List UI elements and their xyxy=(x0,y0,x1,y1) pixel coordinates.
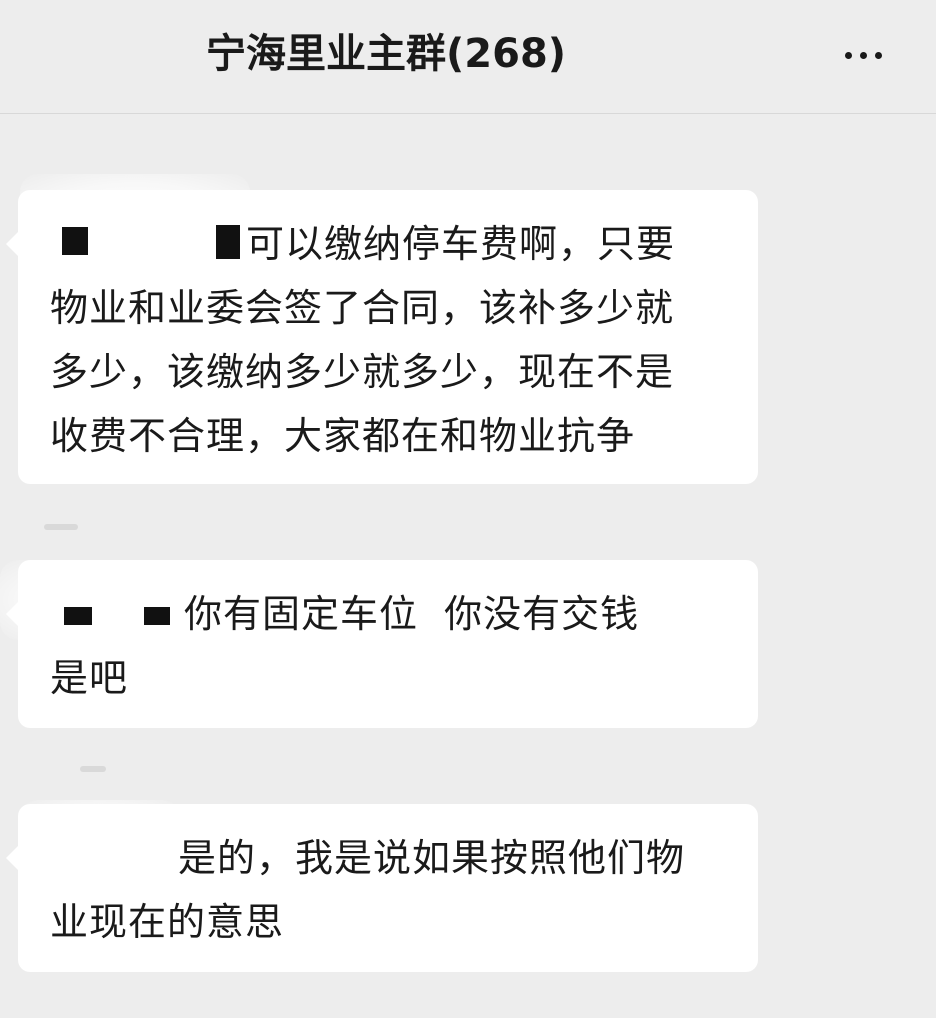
chat-title: 宁海里业主群(268) xyxy=(206,26,566,82)
redaction-block xyxy=(216,225,240,259)
message-bubble[interactable]: 可以缴纳停车费啊，只要 物业和业委会签了合同，该补多少就 多少，该缴纳多少就多少… xyxy=(6,190,758,484)
message-item: 你有固定车位 你没有交钱 是吧 xyxy=(0,554,936,734)
more-horizontal-icon-dot xyxy=(874,51,882,59)
message-item: 可以缴纳停车费啊，只要 物业和业委会签了合同，该补多少就 多少，该缴纳多少就多少… xyxy=(0,174,936,494)
chat-screen: 宁海里业主群(268) 可以缴纳停车费啊，只要 物业和业委会签了合同，该补多少就… xyxy=(0,0,936,1018)
more-horizontal-icon xyxy=(844,51,852,59)
mention-redacted xyxy=(50,831,178,871)
group-name: 宁海里业主群 xyxy=(206,31,446,77)
redaction-block xyxy=(64,607,92,625)
message-line: 可以缴纳停车费啊，只要 xyxy=(246,222,676,266)
message-line: 多少，该缴纳多少就多少，现在不是 xyxy=(50,350,675,394)
message-list[interactable]: 可以缴纳停车费啊，只要 物业和业委会签了合同，该补多少就 多少，该缴纳多少就多少… xyxy=(0,114,936,1018)
chat-header: 宁海里业主群(268) xyxy=(0,0,936,114)
message-line: 是吧 xyxy=(50,656,129,700)
mention-redacted xyxy=(50,587,184,627)
message-bubble[interactable]: 你有固定车位 你没有交钱 是吧 xyxy=(6,560,758,728)
message-line: 收费不合理，大家都在和物业抗争 xyxy=(50,414,636,458)
message-item: 是的，我是说如果按照他们物 业现在的意思 xyxy=(0,794,936,974)
sender-name-redacted xyxy=(44,524,78,530)
message-line: 是的，我是说如果按照他们物 xyxy=(178,836,686,880)
message-line: 业现在的意思 xyxy=(50,900,285,944)
redaction-block xyxy=(62,227,88,255)
sender-name-redacted xyxy=(80,766,106,772)
message-text: 是的，我是说如果按照他们物 业现在的意思 xyxy=(50,826,728,954)
message-text: 你有固定车位 你没有交钱 是吧 xyxy=(50,582,728,710)
message-bubble[interactable]: 是的，我是说如果按照他们物 业现在的意思 xyxy=(6,804,758,972)
more-options-button[interactable] xyxy=(830,30,896,80)
more-horizontal-icon-dot xyxy=(859,51,867,59)
message-text: 可以缴纳停车费啊，只要 物业和业委会签了合同，该补多少就 多少，该缴纳多少就多少… xyxy=(50,212,728,468)
member-count: (268) xyxy=(446,31,567,77)
mention-redacted xyxy=(50,217,246,259)
message-line: 你有固定车位 你没有交钱 xyxy=(184,592,640,636)
redaction-block xyxy=(144,607,170,625)
message-line: 物业和业委会签了合同，该补多少就 xyxy=(50,286,675,330)
